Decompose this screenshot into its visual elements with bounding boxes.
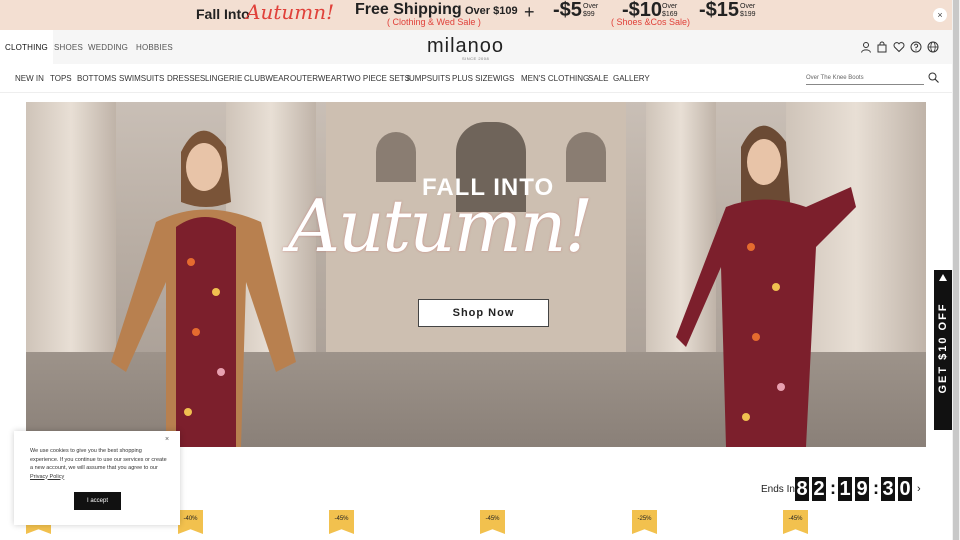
nav-jumpsuits[interactable]: JUMPSUITS (405, 74, 450, 83)
hero-window-right (566, 132, 606, 182)
nav-swimsuits[interactable]: SWIMSUITS (119, 74, 164, 83)
category-hobbies[interactable]: HOBBIES (136, 43, 173, 52)
search-icon[interactable] (928, 72, 939, 83)
countdown-separator: : (830, 478, 836, 498)
promo-fall-into: Fall Into (196, 6, 250, 22)
hero-window-left (376, 132, 416, 182)
site-header: CLOTHING SHOES WEDDING HOBBIES milanoo S… (0, 30, 952, 64)
cookie-banner: × We use cookies to give you the best sh… (14, 431, 180, 525)
countdown-separator: : (873, 478, 879, 498)
shop-now-button[interactable]: Shop Now (418, 299, 549, 327)
nav-outerwear[interactable]: OUTERWEAR (290, 74, 342, 83)
countdown-digit: 8 (795, 477, 809, 501)
user-icon[interactable] (860, 41, 872, 53)
nav-lingerie[interactable]: LINGERIE (205, 74, 242, 83)
discount-tag: -45% (783, 510, 808, 534)
main-nav: NEW IN TOPS BOTTOMS SWIMSUITS DRESSES LI… (0, 64, 952, 93)
nav-plus-size[interactable]: PLUS SIZE (452, 74, 493, 83)
countdown-digit: 2 (812, 477, 826, 501)
promo-banner[interactable]: Fall Into Autumn! Free Shipping Over $10… (0, 0, 952, 30)
promo-offers-subtitle: ( Shoes &Cos Sale) (611, 17, 691, 27)
search-input[interactable]: Over The Knee Boots (806, 71, 924, 85)
bag-icon[interactable] (876, 41, 888, 53)
promo-shipping-subtitle: ( Clothing & Wed Sale ) (387, 17, 481, 27)
hero-banner[interactable]: FALL INTO Autumn! Shop Now (26, 102, 926, 447)
countdown-next-icon[interactable]: › (917, 483, 921, 495)
nav-two-piece-sets[interactable]: TWO PIECE SETS (342, 74, 410, 83)
countdown-label: Ends In (761, 484, 795, 495)
logo-since: SINCE 2008 (462, 56, 490, 61)
cookie-message: We use cookies to give you the best shop… (30, 448, 167, 480)
countdown-digit: 1 (838, 477, 852, 501)
category-shoes[interactable]: SHOES (54, 43, 83, 52)
collapse-arrow-icon[interactable] (939, 274, 947, 281)
promo-offer-15-threshold: Over $199 (740, 3, 756, 18)
discount-tag: -45% (480, 510, 505, 534)
nav-wigs[interactable]: WIGS (493, 74, 514, 83)
help-icon[interactable] (910, 41, 922, 53)
nav-tops[interactable]: TOPS (50, 74, 72, 83)
cookie-accept-button[interactable]: I accept (74, 492, 121, 510)
nav-mens-clothing[interactable]: MEN'S CLOTHING (521, 74, 589, 83)
nav-bottoms[interactable]: BOTTOMS (77, 74, 116, 83)
nav-gallery[interactable]: GALLERY (613, 74, 650, 83)
scrollbar-thumb[interactable] (953, 0, 959, 540)
discount-tag: -45% (329, 510, 354, 534)
get-10-off-label: GET $10 OFF (937, 302, 949, 394)
nav-dresses[interactable]: DRESSES (167, 74, 205, 83)
promo-offer-15: -$15 (699, 0, 740, 21)
get-10-off-tab[interactable]: GET $10 OFF (934, 270, 952, 430)
promo-offer-5: -$5 (553, 0, 582, 21)
discount-tag: -25% (632, 510, 657, 534)
hero-model-right (676, 125, 856, 447)
countdown-digit: 3 (881, 477, 895, 501)
category-clothing[interactable]: CLOTHING (0, 30, 53, 64)
nav-sale[interactable]: SALE (588, 74, 608, 83)
promo-offer-5-threshold: Over $99 (583, 3, 599, 18)
heart-icon[interactable] (893, 41, 905, 53)
countdown-digit: 0 (898, 477, 912, 501)
promo-autumn-script: Autumn! (246, 0, 335, 24)
promo-free-shipping-threshold: Over $109 (465, 5, 518, 17)
site-logo[interactable]: milanoo (427, 35, 504, 58)
promo-plus: + (524, 2, 535, 22)
countdown-digit: 9 (855, 477, 869, 501)
discount-tag: -40% (178, 510, 203, 534)
privacy-policy-link[interactable]: Privacy Policy (30, 474, 64, 480)
page-scrollbar[interactable] (952, 0, 960, 540)
category-wedding[interactable]: WEDDING (88, 43, 128, 52)
nav-new-in[interactable]: NEW IN (15, 74, 44, 83)
nav-clubwear[interactable]: CLUBWEAR (244, 74, 289, 83)
promo-close-icon[interactable]: × (933, 8, 947, 22)
hero-autumn-script: Autumn! (288, 184, 593, 268)
globe-icon[interactable] (927, 41, 939, 53)
cookie-close-icon[interactable]: × (165, 436, 169, 443)
hero-model-left (111, 130, 296, 447)
